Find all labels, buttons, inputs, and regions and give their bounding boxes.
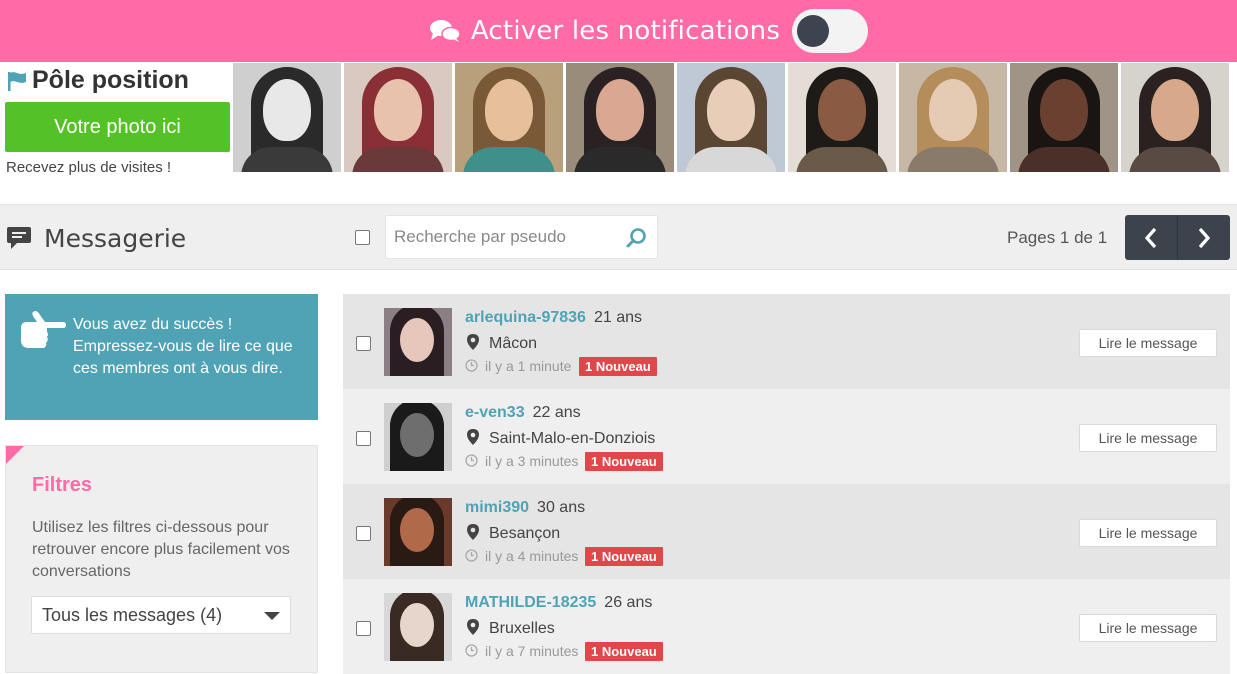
- profile-thumbnail[interactable]: [455, 63, 563, 172]
- avatar[interactable]: [384, 403, 452, 471]
- avatar[interactable]: [384, 593, 452, 661]
- username[interactable]: arlequina-97836: [465, 309, 586, 326]
- pole-position-header: Pôle position: [6, 66, 189, 95]
- read-message-button[interactable]: Lire le message: [1079, 614, 1217, 642]
- message-row: mimi390 30 ans Besançon il y a 4 minutes …: [343, 484, 1230, 579]
- search-input[interactable]: [386, 216, 616, 258]
- profile-thumbnail[interactable]: [233, 63, 341, 172]
- search-box: [385, 215, 658, 259]
- chevron-right-icon: [1198, 227, 1210, 248]
- next-page-button[interactable]: [1177, 215, 1229, 260]
- profile-thumbnail[interactable]: [1121, 63, 1229, 172]
- username[interactable]: mimi390: [465, 499, 529, 516]
- avatar[interactable]: [384, 308, 452, 376]
- pole-position-thumbnails: [233, 63, 1232, 172]
- pole-position-title: Pôle position: [32, 66, 189, 94]
- location-pin-icon: [467, 429, 479, 445]
- pagination: [1125, 215, 1230, 260]
- notifications-toggle[interactable]: [792, 9, 869, 53]
- message-checkbox[interactable]: [356, 526, 371, 541]
- message-list: arlequina-97836 21 ans Mâcon il y a 1 min…: [343, 294, 1230, 674]
- time-ago: il y a 1 minute: [485, 358, 572, 374]
- previous-page-button[interactable]: [1125, 215, 1177, 260]
- profile-thumbnail[interactable]: [1010, 63, 1118, 172]
- toggle-knob: [797, 15, 830, 47]
- profile-thumbnail[interactable]: [344, 63, 452, 172]
- profile-thumbnail[interactable]: [566, 63, 674, 172]
- caret-down-icon: [264, 612, 280, 620]
- messaging-header: Messagerie Pages 1 de 1: [0, 204, 1237, 270]
- username-link[interactable]: e-ven33 22 ans: [465, 404, 581, 422]
- new-badge: 1 Nouveau: [585, 642, 663, 661]
- message-filter-select[interactable]: Tous les messages (4): [31, 596, 291, 634]
- location-pin-icon: [467, 524, 479, 540]
- search-icon[interactable]: [625, 226, 649, 250]
- new-badge: 1 Nouveau: [579, 357, 657, 376]
- select-all-checkbox[interactable]: [355, 230, 370, 245]
- new-badge: 1 Nouveau: [585, 547, 663, 566]
- profile-thumbnail[interactable]: [677, 63, 785, 172]
- notification-bar: Activer les notifications: [0, 0, 1237, 62]
- read-message-button[interactable]: Lire le message: [1079, 329, 1217, 357]
- success-message: Vous avez du succès ! Empressez-vous de …: [73, 316, 293, 377]
- location-pin-icon: [467, 334, 479, 350]
- age: 22 ans: [532, 404, 581, 421]
- pointing-hand-icon: [21, 311, 66, 348]
- message-filter-value: Tous les messages (4): [42, 604, 223, 625]
- new-badge: 1 Nouveau: [585, 452, 663, 471]
- your-photo-button[interactable]: Votre photo ici: [5, 102, 230, 152]
- speech-bubble-icon: [7, 227, 31, 249]
- city: Besançon: [489, 525, 561, 542]
- message-row: e-ven33 22 ans Saint-Malo-en-Donziois il …: [343, 389, 1230, 484]
- profile-thumbnail[interactable]: [788, 63, 896, 172]
- corner-decoration: [6, 446, 24, 464]
- pole-position-subtitle: Recevez plus de visites !: [6, 159, 172, 176]
- clock-icon: [465, 454, 478, 467]
- city: Bruxelles: [489, 620, 555, 637]
- message-checkbox[interactable]: [356, 431, 371, 446]
- notification-label: Activer les notifications: [470, 16, 781, 46]
- username-link[interactable]: arlequina-97836 21 ans: [465, 309, 642, 327]
- read-message-button[interactable]: Lire le message: [1079, 424, 1217, 452]
- age: 30 ans: [537, 499, 586, 516]
- profile-thumbnail[interactable]: [899, 63, 1007, 172]
- location-pin-icon: [467, 619, 479, 635]
- city: Saint-Malo-en-Donziois: [489, 430, 656, 447]
- chevron-left-icon: [1144, 227, 1157, 248]
- flag-icon: [8, 71, 26, 91]
- filters-description: Utilisez les filtres ci-dessous pour ret…: [32, 519, 290, 580]
- username[interactable]: MATHILDE-18235: [465, 594, 596, 611]
- clock-icon: [465, 549, 478, 562]
- clock-icon: [465, 644, 478, 657]
- message-checkbox[interactable]: [356, 336, 371, 351]
- read-message-button[interactable]: Lire le message: [1079, 519, 1217, 547]
- age: 26 ans: [604, 594, 653, 611]
- filters-title: Filtres: [32, 474, 93, 496]
- message-row: arlequina-97836 21 ans Mâcon il y a 1 min…: [343, 294, 1230, 389]
- username-link[interactable]: MATHILDE-18235 26 ans: [465, 594, 652, 612]
- time-ago: il y a 4 minutes: [485, 548, 579, 564]
- clock-icon: [465, 359, 478, 372]
- username-link[interactable]: mimi390 30 ans: [465, 499, 585, 517]
- avatar[interactable]: [384, 498, 452, 566]
- success-box: Vous avez du succès ! Empressez-vous de …: [5, 294, 318, 420]
- time-ago: il y a 3 minutes: [485, 453, 579, 469]
- chat-bubbles-icon: [429, 20, 461, 42]
- message-checkbox[interactable]: [356, 621, 371, 636]
- filters-panel: Filtres Utilisez les filtres ci-dessous …: [5, 445, 318, 673]
- city: Mâcon: [489, 335, 538, 352]
- pages-label: Pages 1 de 1: [1007, 228, 1108, 247]
- time-ago: il y a 7 minutes: [485, 643, 579, 659]
- age: 21 ans: [593, 309, 642, 326]
- messaging-title: Messagerie: [44, 224, 187, 253]
- username[interactable]: e-ven33: [465, 404, 525, 421]
- message-row: MATHILDE-18235 26 ans Bruxelles il y a 7 …: [343, 579, 1230, 674]
